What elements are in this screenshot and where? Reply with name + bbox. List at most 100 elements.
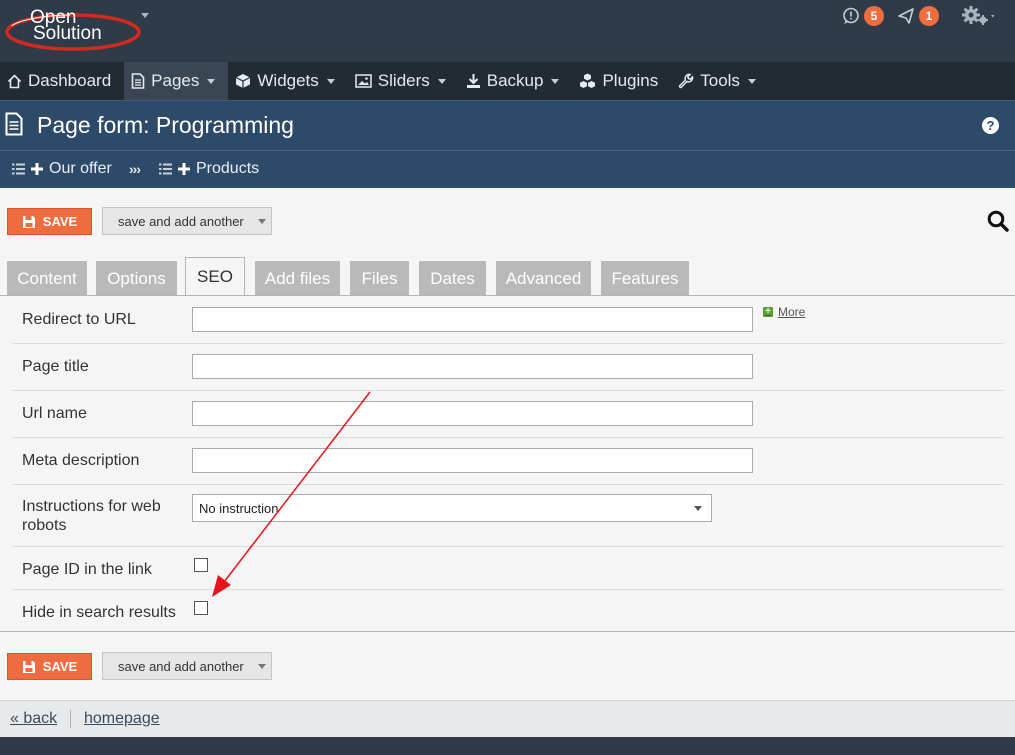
page-icon	[5, 112, 23, 136]
nav-sliders[interactable]: Sliders	[348, 62, 459, 100]
save-button[interactable]: SAVE	[7, 208, 92, 235]
chevron-down-icon[interactable]	[141, 13, 149, 18]
tab-content[interactable]: Content	[7, 261, 87, 296]
tab-features[interactable]: Features	[601, 261, 689, 296]
cube-icon	[236, 74, 251, 88]
logo[interactable]: Open Solution	[3, 3, 143, 55]
chevron-down-icon	[326, 78, 335, 84]
page-id-label: Page ID in the link	[22, 561, 152, 578]
url-name-input[interactable]	[192, 401, 753, 426]
save-icon	[22, 215, 35, 228]
hide-search-row: Hide in search results	[12, 589, 1004, 631]
tab-files[interactable]: Files	[350, 261, 409, 296]
page-title-label: Page title	[22, 358, 89, 375]
hide-search-label: Hide in search results	[22, 604, 176, 621]
tab-advanced[interactable]: Advanced	[496, 261, 591, 296]
bottom-bar	[0, 737, 1015, 755]
tab-seo[interactable]: SEO	[185, 257, 245, 296]
robots-select-value: No instruction	[199, 500, 279, 516]
breadcrumb-separator: ›››	[129, 161, 141, 177]
back-link[interactable]: « back	[10, 710, 57, 728]
nav-backup[interactable]: Backup	[459, 62, 573, 100]
page-title-row: Page title	[12, 343, 1004, 391]
breadcrumb-item-label: Our offer	[49, 160, 112, 177]
settings-button[interactable]	[962, 6, 998, 26]
messages-badge: 5	[864, 6, 884, 26]
tab-dates[interactable]: Dates	[419, 261, 486, 296]
send-icon	[898, 8, 914, 24]
search-icon[interactable]	[987, 210, 1009, 232]
nav-tools[interactable]: Tools	[671, 62, 769, 100]
help-icon[interactable]: ?	[982, 117, 999, 134]
nav-dashboard[interactable]: Dashboard	[0, 62, 124, 100]
home-icon	[7, 73, 22, 88]
nav-plugins[interactable]: Plugins	[572, 62, 671, 100]
save-button-label: SAVE	[42, 214, 78, 229]
chevron-down-icon	[207, 78, 216, 84]
nav-tools-label: Tools	[700, 71, 740, 90]
chevron-down-icon[interactable]	[257, 218, 266, 224]
page-header: Page form: Programming	[0, 100, 1015, 151]
page-title-input[interactable]	[192, 354, 753, 379]
nav-widgets[interactable]: Widgets	[228, 62, 347, 100]
nav-plugins-label: Plugins	[602, 71, 659, 90]
breadcrumb-item-products[interactable]: Products	[159, 160, 259, 178]
homepage-link[interactable]: homepage	[84, 710, 160, 728]
tab-add-files[interactable]: Add files	[255, 261, 340, 296]
cubes-icon	[580, 73, 596, 88]
more-link-label: More	[778, 305, 806, 319]
nav-widgets-label: Widgets	[257, 71, 319, 90]
comment-icon	[843, 7, 859, 24]
save-icon	[22, 660, 35, 673]
breadcrumb-item-our-offer[interactable]: Our offer	[12, 160, 112, 178]
list-icon	[159, 163, 172, 175]
wrench-icon	[678, 73, 694, 89]
logo-line2: Solution	[33, 23, 102, 44]
meta-description-input[interactable]	[192, 448, 753, 473]
nav-sliders-label: Sliders	[377, 71, 430, 90]
robots-label: Instructions for web robots	[22, 498, 161, 534]
page-id-row: Page ID in the link	[12, 546, 1004, 590]
footer-links: « back homepage	[0, 700, 1015, 737]
chevron-down-icon	[747, 78, 756, 84]
list-icon	[12, 163, 25, 175]
hide-search-checkbox[interactable]	[194, 601, 208, 615]
notifications-button[interactable]: 1	[897, 6, 939, 26]
chevron-down-icon	[551, 78, 560, 84]
url-name-label: Url name	[22, 405, 87, 422]
save-and-add-another-button-bottom[interactable]: save and add another	[102, 652, 272, 680]
plus-icon: +	[763, 307, 773, 317]
save-and-add-another-button[interactable]: save and add another	[102, 207, 272, 235]
nav-pages[interactable]: Pages	[124, 62, 229, 100]
robots-select[interactable]: No instruction	[192, 494, 712, 522]
redirect-label: Redirect to URL	[22, 311, 136, 328]
seo-form: Redirect to URL + More Page title Url na…	[0, 295, 1015, 632]
top-bar: Open Solution 5 1	[0, 0, 1015, 62]
save-and-add-another-label: save and add another	[118, 658, 244, 674]
main-nav: Dashboard Pages Widgets Sliders Backup P…	[0, 62, 1015, 100]
footer-divider	[70, 710, 71, 728]
tab-options[interactable]: Options	[96, 261, 177, 296]
save-button-bottom[interactable]: SAVE	[7, 653, 92, 680]
robots-row: Instructions for web robots No instructi…	[12, 484, 1004, 547]
chevron-down-icon[interactable]	[257, 663, 266, 669]
nav-dashboard-label: Dashboard	[28, 71, 112, 90]
save-button-label: SAVE	[42, 659, 78, 674]
meta-description-label: Meta description	[22, 452, 140, 469]
notifications-badge: 1	[919, 6, 939, 26]
image-icon	[355, 74, 372, 88]
meta-description-row: Meta description	[12, 437, 1004, 485]
redirect-row: Redirect to URL + More	[12, 296, 1004, 344]
redirect-url-input[interactable]	[192, 307, 753, 332]
page-id-checkbox[interactable]	[194, 558, 208, 572]
chevron-down-icon	[437, 78, 446, 84]
messages-button[interactable]: 5	[842, 6, 884, 26]
nav-pages-label: Pages	[151, 71, 200, 90]
more-link[interactable]: + More	[763, 305, 805, 319]
breadcrumb: Our offer ››› Products	[0, 150, 1015, 188]
plus-icon	[31, 163, 43, 175]
plus-icon	[178, 163, 190, 175]
page-icon	[131, 73, 145, 89]
gear-icon	[962, 6, 995, 25]
chevron-down-icon	[694, 506, 702, 511]
